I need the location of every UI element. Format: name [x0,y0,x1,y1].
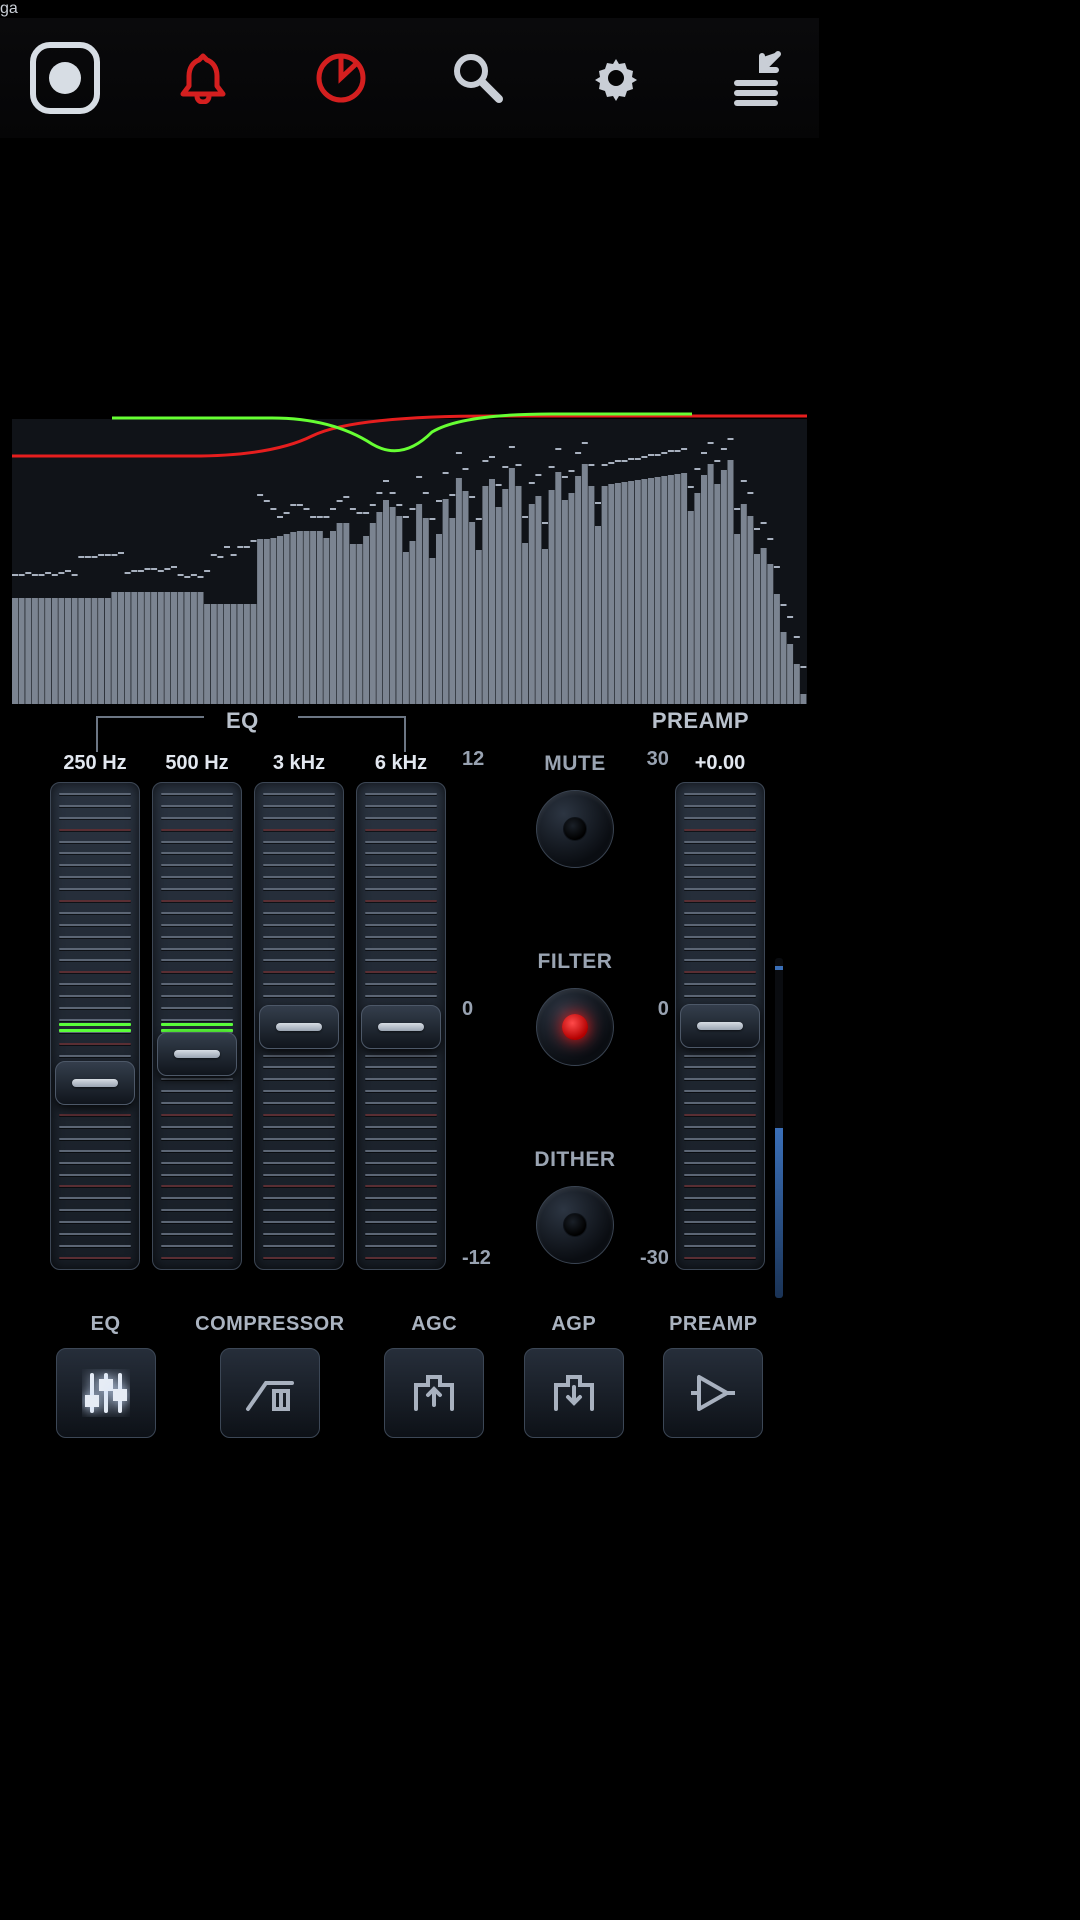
filter-button[interactable] [536,988,614,1066]
preamp-value: +0.00 [675,748,765,778]
output-level-meter [775,958,783,1298]
bell-icon[interactable] [168,43,238,113]
eq-band-3-thumb[interactable] [361,1005,441,1049]
top-toolbar [0,18,819,140]
preamp-slider-column: +0.00 [675,748,765,1270]
eq-bracket-left [96,716,204,752]
eq-band-1-label: 500 Hz [152,748,242,778]
filter-label: FILTER [538,950,613,974]
tab-agc-label: AGC [411,1313,457,1336]
controls-area: EQ PREAMP 250 Hz 500 Hz 3 kHz 6 kHz [0,704,819,1304]
mute-button[interactable] [536,790,614,868]
eq-bracket-right [298,716,406,752]
eq-band-0-label: 250 Hz [50,748,140,778]
eq-scale-top: 12 [462,748,491,771]
preamp-title: PREAMP [652,708,749,734]
tab-preamp-button[interactable] [663,1348,763,1438]
eq-scale: 12 0 -12 [462,748,491,1270]
eq-band-2-thumb[interactable] [259,1005,339,1049]
tab-agc-button[interactable] [384,1348,484,1438]
dither-label: DITHER [534,1148,615,1172]
tab-eq-button[interactable] [56,1348,156,1438]
search-icon[interactable] [443,43,513,113]
collapse-icon[interactable] [719,43,789,113]
eq-band-3-label: 6 kHz [356,748,446,778]
tab-agp-button[interactable] [524,1348,624,1438]
eq-title: EQ [226,708,259,734]
tab-eq-label: EQ [91,1313,121,1336]
tab-compressor-button[interactable] [220,1348,320,1438]
eq-band-2-label: 3 kHz [254,748,344,778]
mute-label: MUTE [544,752,606,776]
preamp-scale: 30 0 -30 [640,748,669,1270]
preamp-slider[interactable] [675,782,765,1270]
preamp-scale-bot: -30 [640,1247,669,1270]
center-buttons: MUTE FILTER DITHER [505,748,645,1268]
preamp-scale-mid: 0 [640,998,669,1021]
eq-band-2-slider[interactable] [254,782,344,1270]
record-button[interactable] [30,43,100,113]
preamp-scale-top: 30 [640,748,669,771]
eq-scale-mid: 0 [462,998,491,1021]
eq-band-1-slider[interactable] [152,782,242,1270]
eq-sliders: 250 Hz 500 Hz 3 kHz 6 kHz [50,748,446,1270]
dither-button[interactable] [536,1186,614,1264]
eq-scale-bot: -12 [462,1247,491,1270]
eq-band-0-thumb[interactable] [55,1061,135,1105]
tab-compressor-label: COMPRESSOR [195,1313,344,1336]
spectrum-analyzer[interactable] [12,164,807,704]
module-tabs: EQ COMPRESSOR AGC AGP PREAMP [0,1288,819,1438]
tab-preamp-label: PREAMP [669,1313,758,1336]
eq-band-3-slider[interactable] [356,782,446,1270]
tab-agp-label: AGP [551,1313,596,1336]
preamp-thumb[interactable] [680,1004,760,1048]
pie-chart-icon[interactable] [306,43,376,113]
eq-curves [12,410,807,480]
eq-band-0-slider[interactable] [50,782,140,1270]
gear-icon[interactable] [581,43,651,113]
eq-band-1-thumb[interactable] [157,1032,237,1076]
